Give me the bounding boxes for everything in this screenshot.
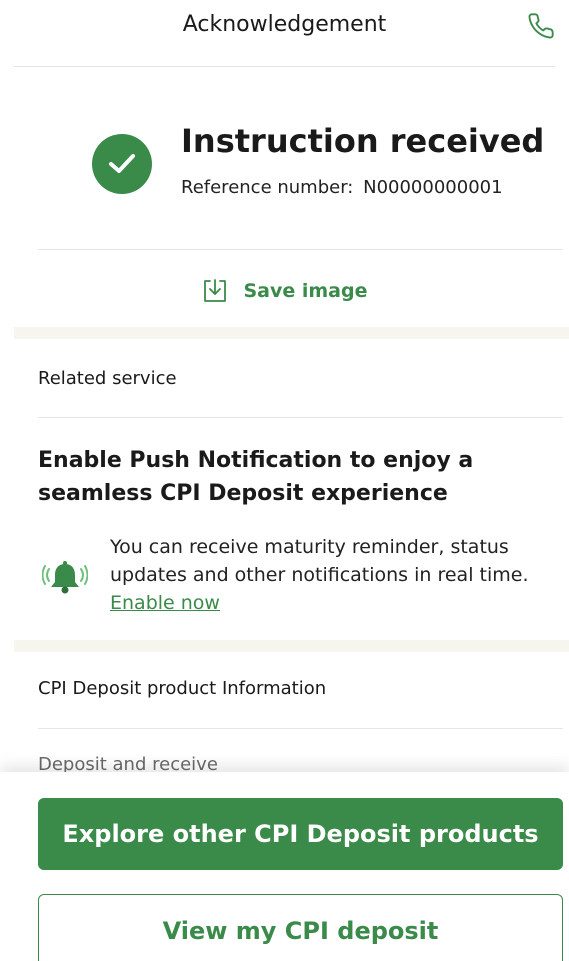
related-service-section: Related service Enable Push Notification… xyxy=(0,340,569,640)
push-notification-description: You can receive maturity reminder, statu… xyxy=(110,533,550,617)
section-separator xyxy=(14,327,569,339)
acknowledgement-section: Instruction received Reference number: N… xyxy=(0,67,569,327)
related-service-heading: Related service xyxy=(38,368,177,389)
divider xyxy=(38,417,563,418)
description-text: You can receive maturity reminder, statu… xyxy=(110,536,529,586)
app-header: Acknowledgement xyxy=(0,0,569,67)
download-icon xyxy=(204,279,227,302)
section-separator xyxy=(14,640,569,652)
reference-label: Reference number: xyxy=(181,177,354,198)
check-circle-icon xyxy=(92,134,152,194)
status-title: Instruction received xyxy=(181,122,545,160)
reference-value: N00000000001 xyxy=(363,177,503,198)
push-notification-title: Enable Push Notification to enjoy a seam… xyxy=(38,448,474,506)
save-image-label: Save image xyxy=(243,280,368,302)
reference-row: Reference number: N00000000001 xyxy=(181,177,503,198)
bottom-action-bar: Explore other CPI Deposit products View … xyxy=(0,772,569,961)
page-title: Acknowledgement xyxy=(182,12,387,37)
phone-icon[interactable] xyxy=(527,12,555,40)
divider xyxy=(38,728,563,729)
enable-now-link[interactable]: Enable now xyxy=(110,589,220,617)
product-info-section: CPI Deposit product Information Deposit … xyxy=(0,652,569,782)
view-deposit-button[interactable]: View my CPI deposit xyxy=(38,894,563,961)
save-image-button[interactable]: Save image xyxy=(0,273,569,309)
product-info-heading: CPI Deposit product Information xyxy=(38,678,327,699)
acknowledgement-page: Acknowledgement Instruction received Ref… xyxy=(0,0,569,961)
divider xyxy=(38,249,563,250)
bell-ringing-icon xyxy=(42,561,88,594)
explore-products-button[interactable]: Explore other CPI Deposit products xyxy=(38,798,563,870)
